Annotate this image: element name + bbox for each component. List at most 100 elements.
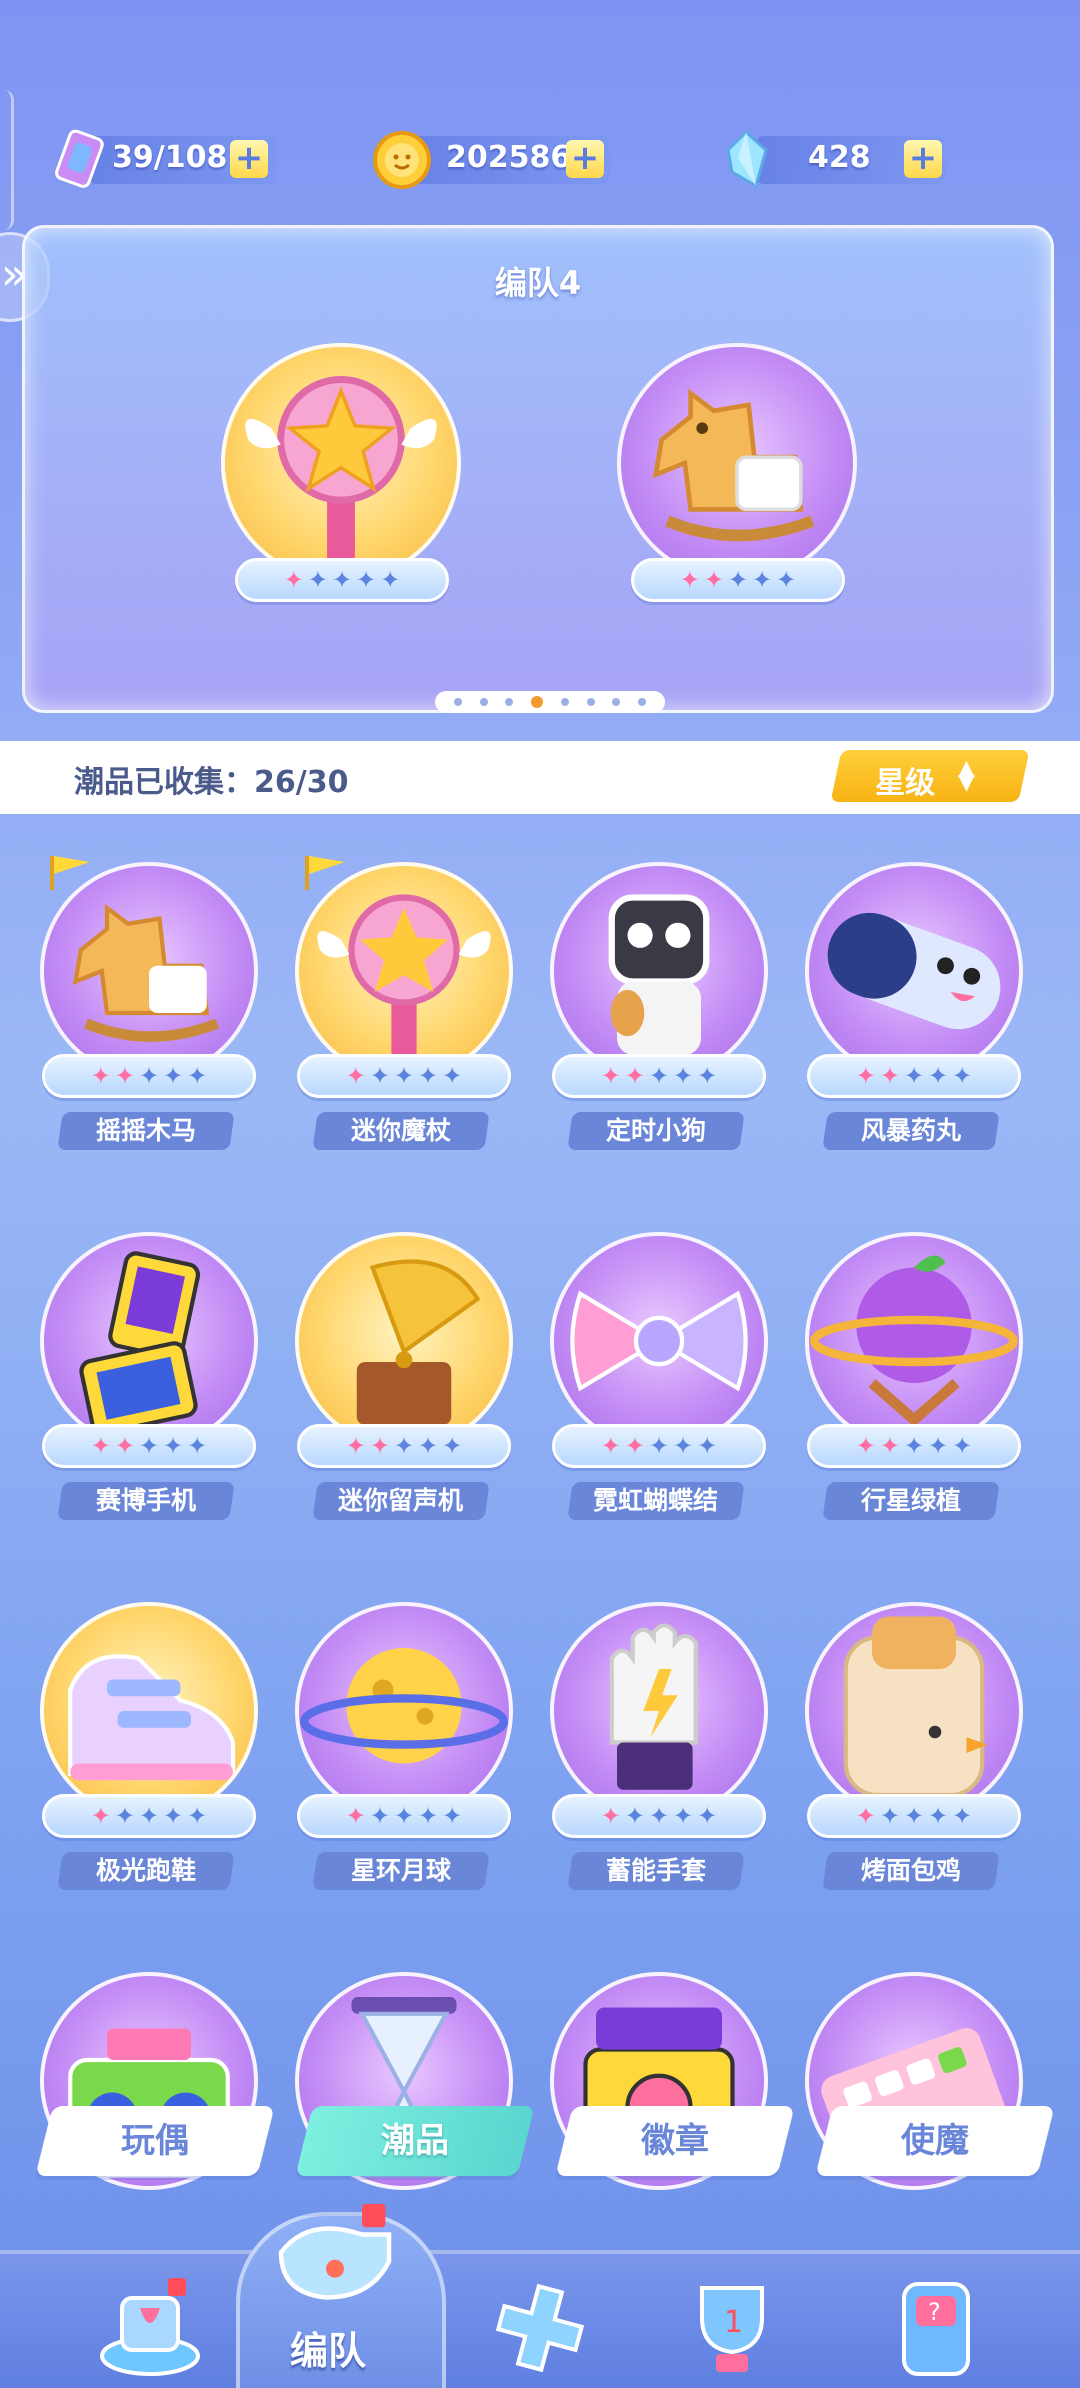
star-icon: ✦ xyxy=(331,566,353,594)
energy-counter: 39/108 + xyxy=(48,128,278,192)
trophy-icon: 1 xyxy=(700,2286,764,2372)
item-name: 烤面包鸡 xyxy=(822,1852,1000,1890)
team-slot-portrait xyxy=(617,343,857,583)
page-dot[interactable] xyxy=(479,698,488,706)
star-icon: ✦ xyxy=(624,1802,645,1830)
category-tab[interactable]: 使魔 xyxy=(815,2106,1055,2176)
item-stars: ✦ ✦ ✦ ✦ ✦ xyxy=(807,1794,1021,1838)
star-icon: ✦ xyxy=(345,1432,366,1460)
star-icon: ✦ xyxy=(952,1802,973,1830)
team-slot-2[interactable]: ✦ ✦ ✦ ✦ ✦ xyxy=(617,343,863,603)
star-icon: ✦ xyxy=(879,1802,900,1830)
item-name: 迷你魔杖 xyxy=(312,1112,490,1150)
star-icon: ✦ xyxy=(600,1802,621,1830)
nav-rank[interactable]: 1 xyxy=(672,2268,792,2388)
sort-arrows-icon: ▲ ▼ xyxy=(958,756,975,795)
item-stars: ✦ ✦ ✦ ✦ ✦ xyxy=(807,1424,1021,1468)
coin-icon xyxy=(373,131,431,189)
coin-value: 202586 xyxy=(446,140,572,175)
star-icon: ✦ xyxy=(776,566,797,594)
item-name-text: 迷你魔杖 xyxy=(350,1116,451,1145)
category-tab[interactable]: 徽章 xyxy=(555,2106,795,2176)
item-portrait xyxy=(805,1602,1023,1820)
star-icon: ✦ xyxy=(138,1432,160,1460)
category-tab[interactable]: 玩偶 xyxy=(35,2106,275,2176)
item-portrait xyxy=(550,1232,768,1450)
gamepad-icon xyxy=(495,2283,585,2373)
item-card[interactable]: ✦ ✦ ✦ ✦ ✦ 行星绿植 xyxy=(793,1232,1023,1542)
sort-by-star-button[interactable]: 星级 ▲ ▼ xyxy=(830,750,1030,802)
item-card[interactable]: ✦ ✦ ✦ ✦ ✦ 烤面包鸡 xyxy=(793,1602,1023,1912)
category-tab[interactable]: 潮品 xyxy=(295,2106,535,2176)
star-icon: ✦ xyxy=(393,1432,415,1460)
item-portrait xyxy=(295,862,513,1080)
star-icon: ✦ xyxy=(418,1432,439,1460)
item-name: 霓虹蝴蝶结 xyxy=(567,1482,745,1520)
nav-gacha[interactable]: ? xyxy=(880,2268,1000,2388)
star-icon: ✦ xyxy=(90,1432,111,1460)
add-coin-button[interactable]: + xyxy=(566,140,604,178)
item-name-text: 迷你留声机 xyxy=(338,1486,464,1515)
star-icon: ✦ xyxy=(114,1802,135,1830)
item-stars: ✦ ✦ ✦ ✦ ✦ xyxy=(42,1054,256,1098)
item-card[interactable]: ✦ ✦ ✦ ✦ ✦ 霓虹蝴蝶结 xyxy=(538,1232,768,1542)
star-icon: ✦ xyxy=(138,1802,160,1830)
star-icon: ✦ xyxy=(903,1802,925,1830)
star-icon: ✦ xyxy=(187,1802,208,1830)
item-name-text: 霓虹蝴蝶结 xyxy=(593,1486,719,1515)
item-card[interactable]: ✦ ✦ ✦ ✦ ✦ 摇摇木马 xyxy=(28,856,258,1172)
item-portrait xyxy=(40,1602,258,1820)
team-title: 编队4 xyxy=(494,264,582,302)
page-dot[interactable] xyxy=(453,698,462,706)
item-name-text: 星环月球 xyxy=(350,1856,451,1885)
star-icon: ✦ xyxy=(697,1432,718,1460)
energy-value: 39/108 xyxy=(112,140,228,175)
nav-shop[interactable] xyxy=(90,2268,210,2388)
team-slot-1[interactable]: ✦ ✦ ✦ ✦ ✦ xyxy=(221,343,467,603)
item-card[interactable]: ✦ ✦ ✦ ✦ ✦ 蓄能手套 xyxy=(538,1602,768,1912)
page-dot-active[interactable] xyxy=(531,696,544,708)
sneaker-icon xyxy=(68,1654,236,1781)
gramophone-icon xyxy=(356,1259,481,1425)
item-name: 蓄能手套 xyxy=(567,1852,745,1890)
item-stars: ✦ ✦ ✦ ✦ ✦ xyxy=(552,1054,766,1098)
item-card[interactable]: ✦ ✦ ✦ ✦ ✦ 迷你留声机 xyxy=(283,1232,513,1542)
add-energy-button[interactable]: + xyxy=(230,140,268,178)
item-stars: ✦ ✦ ✦ ✦ ✦ xyxy=(42,1794,256,1838)
collection-count: 潮品已收集：26/30 xyxy=(74,765,349,800)
item-name: 极光跑鞋 xyxy=(57,1852,235,1890)
star-icon: ✦ xyxy=(163,1432,184,1460)
item-card[interactable]: ✦ ✦ ✦ ✦ ✦ 极光跑鞋 xyxy=(28,1602,258,1912)
page-dot[interactable] xyxy=(612,698,621,706)
star-icon: ✦ xyxy=(600,1062,621,1090)
add-gem-button[interactable]: + xyxy=(904,140,942,178)
page-dot[interactable] xyxy=(638,698,647,706)
category-tab-label: 徽章 xyxy=(641,2121,709,2161)
team-panel: 编队4 ✦ ✦ ✦ ✦ ✦ ✦ ✦ ✦ ✦ ✦ xyxy=(22,225,1054,713)
page-indicator[interactable] xyxy=(435,691,665,713)
bottom-nav: 1 ? xyxy=(0,2250,1080,2388)
page-dot[interactable] xyxy=(560,698,569,706)
item-stars: ✦ ✦ ✦ ✦ ✦ xyxy=(297,1054,511,1098)
star-icon: ✦ xyxy=(952,1062,973,1090)
star-icon: ✦ xyxy=(879,1062,900,1090)
flag-icon xyxy=(48,854,92,890)
page-dot[interactable] xyxy=(505,698,514,706)
item-name: 赛博手机 xyxy=(57,1482,235,1520)
star-icon: ✦ xyxy=(393,1802,415,1830)
item-card[interactable]: ✦ ✦ ✦ ✦ ✦ 星环月球 xyxy=(283,1602,513,1912)
whistle-icon xyxy=(278,2203,392,2300)
item-name: 迷你留声机 xyxy=(312,1482,490,1520)
page-dot[interactable] xyxy=(586,698,595,706)
star-icon: ✦ xyxy=(879,1432,900,1460)
item-name: 定时小狗 xyxy=(567,1112,745,1150)
star-icon: ✦ xyxy=(703,566,724,594)
item-card[interactable]: ✦ ✦ ✦ ✦ ✦ 定时小狗 xyxy=(538,862,768,1172)
star-icon: ✦ xyxy=(442,1432,463,1460)
item-card[interactable]: ✦ ✦ ✦ ✦ ✦ 迷你魔杖 xyxy=(283,856,513,1172)
item-portrait xyxy=(550,862,768,1080)
item-stars: ✦ ✦ ✦ ✦ ✦ xyxy=(552,1794,766,1838)
item-card[interactable]: ✦ ✦ ✦ ✦ ✦ 风暴药丸 xyxy=(793,862,1023,1172)
item-card[interactable]: ✦ ✦ ✦ ✦ ✦ 赛博手机 xyxy=(28,1232,258,1542)
nav-games[interactable] xyxy=(480,2268,600,2388)
